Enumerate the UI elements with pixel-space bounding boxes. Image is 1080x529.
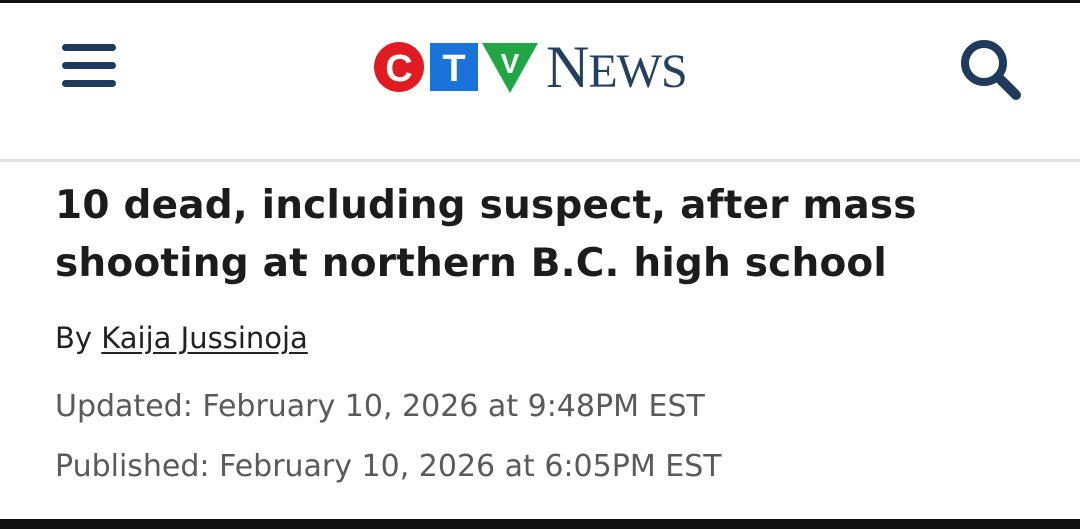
byline-prefix: By	[55, 321, 93, 355]
logo-letter-v: V	[501, 48, 520, 79]
search-button[interactable]	[956, 35, 1024, 103]
hamburger-menu-icon	[62, 44, 116, 51]
site-header: C T V NEWS	[0, 3, 1080, 159]
updated-timestamp: Updated: February 10, 2026 at 9:48PM EST	[55, 389, 705, 424]
ctv-news-logo[interactable]: C T V NEWS	[372, 37, 712, 98]
published-timestamp: Published: February 10, 2026 at 6:05PM E…	[55, 449, 722, 484]
hamburger-menu-icon	[62, 80, 116, 87]
ctv-logo-mark: C T V	[374, 42, 538, 93]
logo-letter-t: T	[442, 48, 465, 90]
author-link[interactable]: Kaija Jussinoja	[101, 321, 308, 355]
menu-button[interactable]	[62, 42, 118, 88]
header-divider	[0, 159, 1080, 162]
magnifying-glass-icon	[961, 40, 1021, 100]
wordmark-rest: EWS	[588, 45, 687, 98]
wordmark-initial: N	[546, 34, 589, 100]
article-page: C T V NEWS 10 dead, including suspect, a…	[0, 3, 1080, 519]
byline: By Kaija Jussinoja	[55, 321, 308, 355]
news-wordmark: NEWS	[546, 37, 688, 100]
logo-letter-c: C	[385, 48, 412, 90]
hamburger-menu-icon	[62, 62, 116, 69]
article-headline: 10 dead, including suspect, after mass s…	[55, 183, 917, 286]
